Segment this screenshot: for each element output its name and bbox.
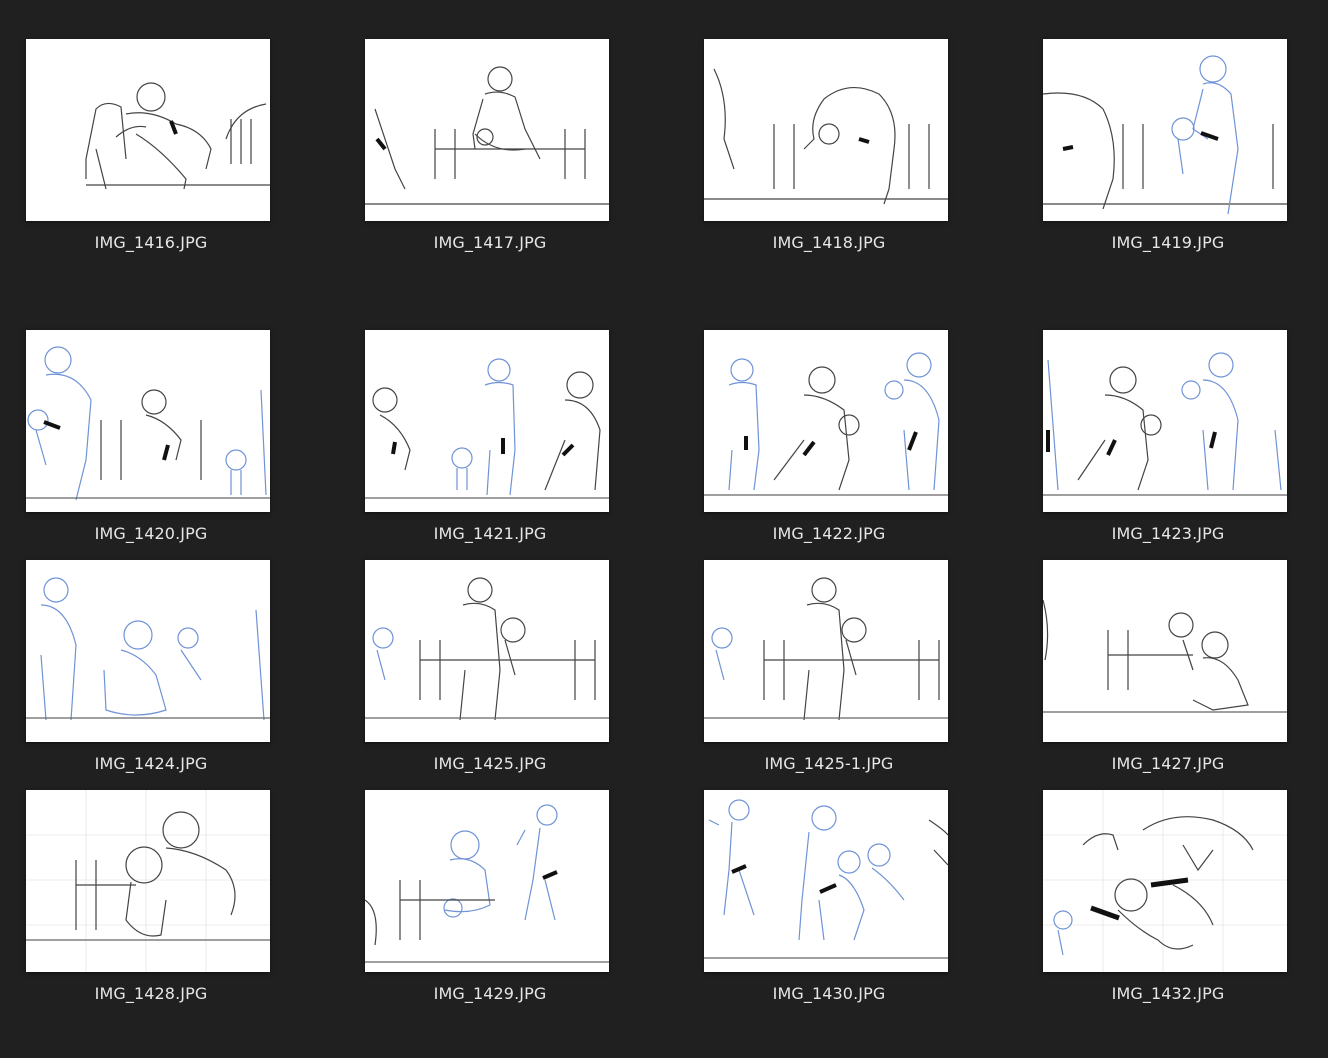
filename-label: IMG_1418.JPG xyxy=(772,233,886,252)
thumbnail-image[interactable] xyxy=(26,39,270,221)
thumbnail-image[interactable] xyxy=(365,39,609,221)
filename-label: IMG_1429.JPG xyxy=(433,984,547,1003)
filename-label: IMG_1419.JPG xyxy=(1111,233,1225,252)
filename-label: IMG_1425-1.JPG xyxy=(764,754,894,773)
sketch-drawing xyxy=(365,358,609,499)
filename-label: IMG_1423.JPG xyxy=(1111,524,1225,543)
filename-label: IMG_1430.JPG xyxy=(772,984,886,1003)
sketch-drawing xyxy=(1043,599,1287,713)
sketch-drawing xyxy=(26,790,270,972)
filename-label: IMG_1428.JPG xyxy=(94,984,208,1003)
filename-label: IMG_1420.JPG xyxy=(94,524,208,543)
thumbnail-image[interactable] xyxy=(1043,560,1287,742)
sketch-drawing xyxy=(26,346,270,501)
sketch-drawing xyxy=(704,799,948,959)
thumbnail-image[interactable] xyxy=(365,560,609,742)
filename-label: IMG_1422.JPG xyxy=(772,524,886,543)
sketch-drawing xyxy=(704,68,948,205)
thumbnail-image[interactable] xyxy=(704,560,948,742)
filename-label: IMG_1421.JPG xyxy=(433,524,547,543)
thumbnail-image[interactable] xyxy=(704,330,948,512)
thumbnail-image[interactable] xyxy=(704,790,948,972)
sketch-drawing xyxy=(365,66,609,205)
filename-label: IMG_1427.JPG xyxy=(1111,754,1225,773)
sketch-drawing xyxy=(1043,55,1287,215)
filename-label: IMG_1424.JPG xyxy=(94,754,208,773)
filename-label: IMG_1417.JPG xyxy=(433,233,547,252)
sketch-drawing xyxy=(1043,352,1287,496)
sketch-drawing xyxy=(85,82,270,190)
filename-label: IMG_1425.JPG xyxy=(433,754,547,773)
thumbnail-image[interactable] xyxy=(1043,790,1287,972)
sketch-drawing xyxy=(26,577,270,721)
sketch-drawing xyxy=(365,577,609,721)
thumbnail-image[interactable] xyxy=(26,560,270,742)
thumbnail-grid: IMG_1416.JPG IMG_1417.JPG IMG_1418.JPG I… xyxy=(0,0,1328,1058)
sketch-drawing xyxy=(704,352,948,496)
thumbnail-image[interactable] xyxy=(26,330,270,512)
filename-label: IMG_1416.JPG xyxy=(94,233,208,252)
filename-label: IMG_1432.JPG xyxy=(1111,984,1225,1003)
thumbnail-image[interactable] xyxy=(365,330,609,512)
thumbnail-image[interactable] xyxy=(365,790,609,972)
thumbnail-image[interactable] xyxy=(704,39,948,221)
sketch-drawing xyxy=(365,804,609,963)
thumbnail-image[interactable] xyxy=(1043,39,1287,221)
thumbnail-image[interactable] xyxy=(26,790,270,972)
sketch-drawing xyxy=(704,577,948,721)
sketch-drawing xyxy=(1043,790,1287,972)
thumbnail-image[interactable] xyxy=(1043,330,1287,512)
